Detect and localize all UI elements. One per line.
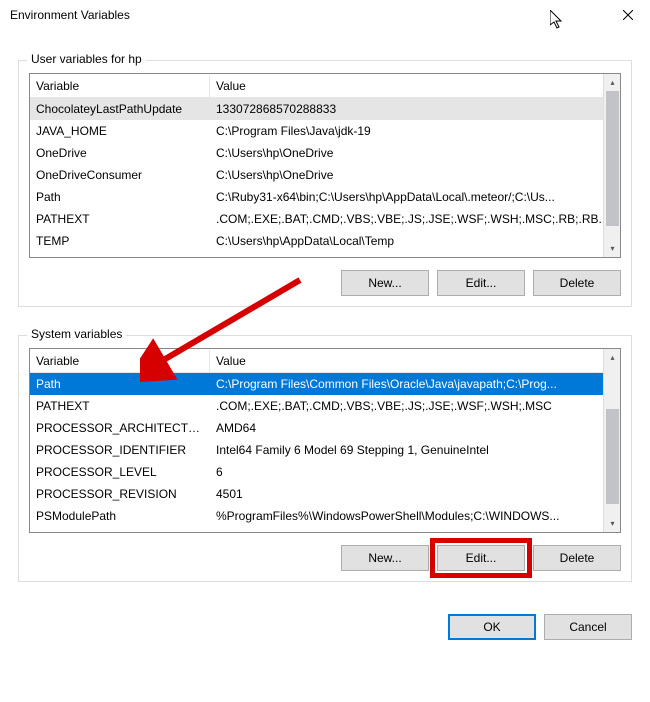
- window-title: Environment Variables: [8, 8, 130, 22]
- cell-value: C:\Users\hp\OneDrive: [210, 165, 620, 185]
- cell-variable: Path: [30, 374, 210, 394]
- column-variable[interactable]: Variable: [30, 350, 210, 372]
- user-variables-group: User variables for hp Variable Value Cho…: [18, 60, 632, 307]
- cell-value: AMD64: [210, 418, 620, 438]
- scroll-up-icon[interactable]: ▴: [604, 349, 621, 366]
- table-row[interactable]: OneDriveConsumerC:\Users\hp\OneDrive: [30, 164, 620, 186]
- cell-variable: PROCESSOR_LEVEL: [30, 462, 210, 482]
- cell-value: C:\Users\hp\AppData\Local\Temp: [210, 231, 620, 251]
- table-row[interactable]: PROCESSOR_LEVEL6: [30, 461, 620, 483]
- cell-value: C:\Program Files\Common Files\Oracle\Jav…: [210, 374, 620, 394]
- column-value[interactable]: Value: [210, 350, 620, 372]
- new-button[interactable]: New...: [341, 545, 429, 571]
- delete-button[interactable]: Delete: [533, 270, 621, 296]
- scroll-up-icon[interactable]: ▴: [604, 74, 621, 91]
- cell-variable: OneDriveConsumer: [30, 165, 210, 185]
- table-row[interactable]: OneDriveC:\Users\hp\OneDrive: [30, 142, 620, 164]
- cell-value: %ProgramFiles%\WindowsPowerShell\Modules…: [210, 506, 620, 526]
- cell-variable: JAVA_HOME: [30, 121, 210, 141]
- edit-button[interactable]: Edit...: [437, 545, 525, 571]
- user-variables-label: User variables for hp: [27, 52, 146, 66]
- table-header: Variable Value: [30, 74, 620, 98]
- table-header: Variable Value: [30, 349, 620, 373]
- cell-value: .COM;.EXE;.BAT;.CMD;.VBS;.VBE;.JS;.JSE;.…: [210, 396, 620, 416]
- cell-variable: PSModulePath: [30, 506, 210, 526]
- system-variables-group: System variables Variable Value PathC:\P…: [18, 335, 632, 582]
- table-row[interactable]: JAVA_HOMEC:\Program Files\Java\jdk-19: [30, 120, 620, 142]
- dialog-buttons: OK Cancel: [0, 604, 650, 654]
- scrollbar[interactable]: ▴ ▾: [603, 349, 620, 532]
- cell-variable: PROCESSOR_IDENTIFIER: [30, 440, 210, 460]
- cell-value: 6: [210, 462, 620, 482]
- scrollbar-thumb[interactable]: [606, 91, 619, 226]
- delete-button[interactable]: Delete: [533, 545, 621, 571]
- cell-variable: Path: [30, 187, 210, 207]
- cell-variable: PATHEXT: [30, 396, 210, 416]
- cancel-button[interactable]: Cancel: [544, 614, 632, 640]
- cell-value: C:\Users\hp\OneDrive: [210, 143, 620, 163]
- column-value[interactable]: Value: [210, 75, 620, 97]
- cell-value: 133072868570288833: [210, 99, 620, 119]
- system-buttons: New... Edit... Delete: [29, 545, 621, 571]
- table-row[interactable]: PathC:\Program Files\Common Files\Oracle…: [30, 373, 620, 395]
- cell-value: C:\Ruby31-x64\bin;C:\Users\hp\AppData\Lo…: [210, 187, 620, 207]
- close-button[interactable]: [605, 0, 650, 30]
- table-row[interactable]: TEMPC:\Users\hp\AppData\Local\Temp: [30, 230, 620, 252]
- column-variable[interactable]: Variable: [30, 75, 210, 97]
- user-variables-table[interactable]: Variable Value ChocolateyLastPathUpdate1…: [29, 73, 621, 258]
- cell-variable: TEMP: [30, 231, 210, 251]
- cell-variable: PROCESSOR_REVISION: [30, 484, 210, 504]
- cell-value: .COM;.EXE;.BAT;.CMD;.VBS;.VBE;.JS;.JSE;.…: [210, 209, 620, 229]
- cell-variable: ChocolateyLastPathUpdate: [30, 99, 210, 119]
- user-buttons: New... Edit... Delete: [29, 270, 621, 296]
- titlebar: Environment Variables: [0, 0, 650, 30]
- table-row[interactable]: PROCESSOR_REVISION4501: [30, 483, 620, 505]
- cell-value: 4501: [210, 484, 620, 504]
- scrollbar-thumb[interactable]: [606, 409, 619, 504]
- ok-button[interactable]: OK: [448, 614, 536, 640]
- table-row[interactable]: PATHEXT.COM;.EXE;.BAT;.CMD;.VBS;.VBE;.JS…: [30, 395, 620, 417]
- cell-variable: PATHEXT: [30, 209, 210, 229]
- cell-variable: PROCESSOR_ARCHITECTU...: [30, 418, 210, 438]
- scrollbar[interactable]: ▴ ▾: [603, 74, 620, 257]
- edit-button[interactable]: Edit...: [437, 270, 525, 296]
- new-button[interactable]: New...: [341, 270, 429, 296]
- table-row[interactable]: PathC:\Ruby31-x64\bin;C:\Users\hp\AppDat…: [30, 186, 620, 208]
- table-row[interactable]: PSModulePath%ProgramFiles%\WindowsPowerS…: [30, 505, 620, 527]
- cell-variable: OneDrive: [30, 143, 210, 163]
- scroll-down-icon[interactable]: ▾: [604, 515, 621, 532]
- close-icon: [623, 10, 633, 20]
- cell-value: Intel64 Family 6 Model 69 Stepping 1, Ge…: [210, 440, 620, 460]
- cell-value: C:\Program Files\Java\jdk-19: [210, 121, 620, 141]
- system-variables-label: System variables: [27, 327, 126, 341]
- table-row[interactable]: ChocolateyLastPathUpdate1330728685702888…: [30, 98, 620, 120]
- table-row[interactable]: PROCESSOR_IDENTIFIERIntel64 Family 6 Mod…: [30, 439, 620, 461]
- system-variables-table[interactable]: Variable Value PathC:\Program Files\Comm…: [29, 348, 621, 533]
- table-row[interactable]: PATHEXT.COM;.EXE;.BAT;.CMD;.VBS;.VBE;.JS…: [30, 208, 620, 230]
- table-row[interactable]: PROCESSOR_ARCHITECTU...AMD64: [30, 417, 620, 439]
- scroll-down-icon[interactable]: ▾: [604, 240, 621, 257]
